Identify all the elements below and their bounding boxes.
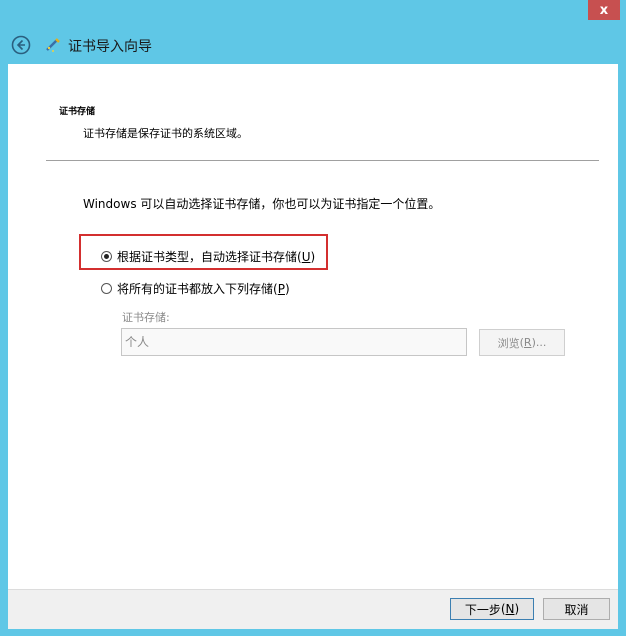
section-description: 证书存储是保存证书的系统区域。	[83, 127, 248, 140]
certificate-wizard-icon	[44, 36, 62, 54]
browse-ellipsis: ...	[535, 336, 547, 349]
next-label: 下一步	[464, 602, 501, 617]
intro-text: Windows 可以自动选择证书存储，你也可以为证书指定一个位置。	[83, 197, 441, 211]
divider	[46, 160, 599, 161]
cancel-label: 取消	[564, 602, 589, 617]
window-title: 证书导入向导	[68, 39, 152, 55]
close-icon: x	[599, 2, 609, 18]
hotkey-n: N	[505, 602, 515, 616]
cancel-button[interactable]: 取消	[543, 598, 610, 620]
browse-button[interactable]: 浏览(R)...	[479, 329, 565, 356]
radio-auto-select[interactable]: 根据证书类型，自动选择证书存储(U)	[101, 248, 315, 265]
section-title: 证书存储	[59, 107, 96, 117]
footer-bar: 下一步(N) 取消	[8, 589, 618, 629]
back-arrow-icon	[11, 35, 31, 55]
radio-button-selected[interactable]	[101, 251, 112, 262]
store-input[interactable]: 个人	[121, 328, 467, 356]
hotkey-r: R	[523, 336, 532, 349]
hotkey-p: P	[277, 281, 285, 296]
wizard-content: 证书存储 证书存储是保存证书的系统区域。 Windows 可以自动选择证书存储，…	[8, 64, 618, 589]
browse-label: 浏览	[497, 336, 520, 350]
store-label: 证书存储:	[122, 311, 170, 324]
hotkey-u: U	[301, 249, 311, 264]
radio-button[interactable]	[101, 283, 112, 294]
back-button[interactable]	[11, 35, 31, 55]
radio-auto-label: 根据证书类型，自动选择证书存储	[117, 250, 298, 264]
close-button[interactable]: x	[588, 0, 620, 20]
next-button[interactable]: 下一步(N)	[450, 598, 534, 620]
radio-manual-store[interactable]: 将所有的证书都放入下列存储(P)	[101, 280, 290, 297]
radio-manual-label: 将所有的证书都放入下列存储	[117, 282, 274, 296]
